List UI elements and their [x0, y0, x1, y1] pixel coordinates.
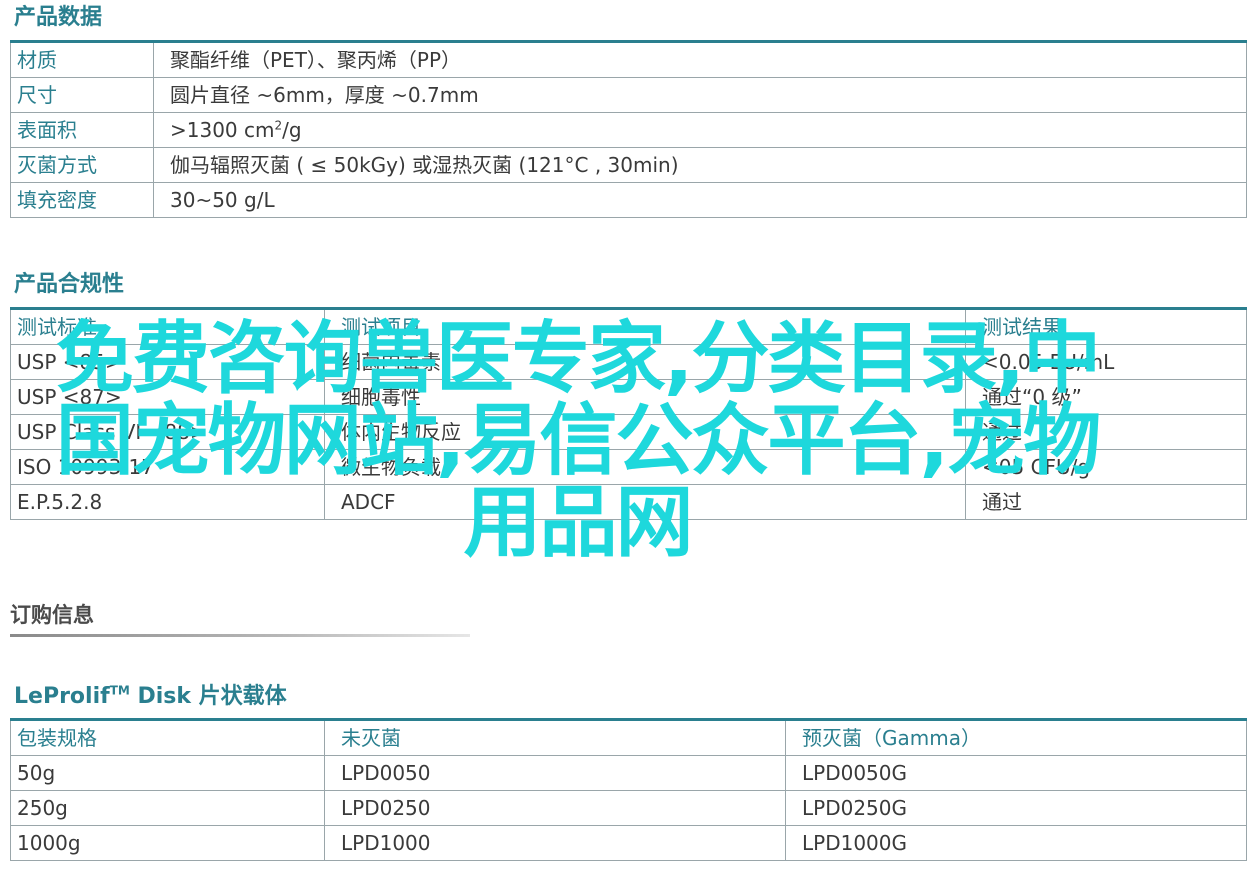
- order-info-title: 订购信息: [10, 603, 94, 627]
- spec-value: 伽马辐照灭菌 ( ≤ 50kGy) 或湿热灭菌 (121°C , 30min): [153, 147, 1247, 183]
- product-data-title: 产品数据: [14, 5, 103, 30]
- table-cell: 50g: [10, 755, 325, 791]
- spec-label: 填充密度: [10, 182, 154, 218]
- column-header: 未灭菌: [324, 718, 786, 756]
- order-info-divider: [10, 634, 470, 637]
- compliance-title: 产品合规性: [14, 272, 125, 297]
- table-row: 填充密度 30~50 g/L: [10, 182, 1247, 218]
- table-row: 尺寸 圆片直径 ~6mm，厚度 ~0.7mm: [10, 77, 1247, 113]
- spec-label: 灭菌方式: [10, 147, 154, 183]
- spec-label: 材质: [10, 40, 154, 78]
- table-row: 50g LPD0050 LPD0050G: [10, 755, 1247, 791]
- surface-area-exponent: 2: [274, 118, 283, 133]
- product-data-table: 材质 聚酯纤维（PET）、聚丙烯（PP） 尺寸 圆片直径 ~6mm，厚度 ~0.…: [10, 40, 1247, 218]
- table-row: 1000g LPD1000 LPD1000G: [10, 825, 1247, 861]
- table-cell: 250g: [10, 790, 325, 826]
- table-cell: LPD0050: [324, 755, 786, 791]
- spec-value: 聚酯纤维（PET）、聚丙烯（PP）: [153, 40, 1247, 78]
- table-header-row: 包装规格 未灭菌 预灭菌（Gamma）: [10, 718, 1247, 756]
- column-header: 预灭菌（Gamma）: [785, 718, 1247, 756]
- surface-area-value: >1300 cm: [170, 118, 275, 142]
- table-cell: LPD1000G: [785, 825, 1247, 861]
- order-table-title: LeProlifTM Disk 片状载体: [14, 683, 287, 711]
- spec-label: 尺寸: [10, 77, 154, 113]
- spec-value: 30~50 g/L: [153, 182, 1247, 218]
- column-header: 包装规格: [10, 718, 325, 756]
- table-cell: LPD0050G: [785, 755, 1247, 791]
- table-cell: LPD0250G: [785, 790, 1247, 826]
- table-row: 材质 聚酯纤维（PET）、聚丙烯（PP）: [10, 40, 1247, 78]
- order-table: 包装规格 未灭菌 预灭菌（Gamma） 50g LPD0050 LPD0050G…: [10, 718, 1247, 861]
- overlay-headline: 免费咨询兽医专家,分类目录,中国宠物网站,易信公众平台,宠物用品网: [55, 314, 1101, 568]
- spec-value: 圆片直径 ~6mm，厚度 ~0.7mm: [153, 77, 1247, 113]
- product-name: LeProlif: [14, 684, 110, 709]
- table-row: 250g LPD0250 LPD0250G: [10, 790, 1247, 826]
- table-cell: LPD1000: [324, 825, 786, 861]
- table-cell: LPD0250: [324, 790, 786, 826]
- table-row: 表面积 >1300 cm2/g: [10, 112, 1247, 148]
- product-subtitle: Disk 片状载体: [129, 684, 287, 709]
- spec-value: >1300 cm2/g: [153, 112, 1247, 148]
- table-row: 灭菌方式 伽马辐照灭菌 ( ≤ 50kGy) 或湿热灭菌 (121°C , 30…: [10, 147, 1247, 183]
- trademark-mark: TM: [109, 683, 130, 698]
- table-cell: 1000g: [10, 825, 325, 861]
- spec-label: 表面积: [10, 112, 154, 148]
- surface-area-unit: /g: [282, 118, 302, 142]
